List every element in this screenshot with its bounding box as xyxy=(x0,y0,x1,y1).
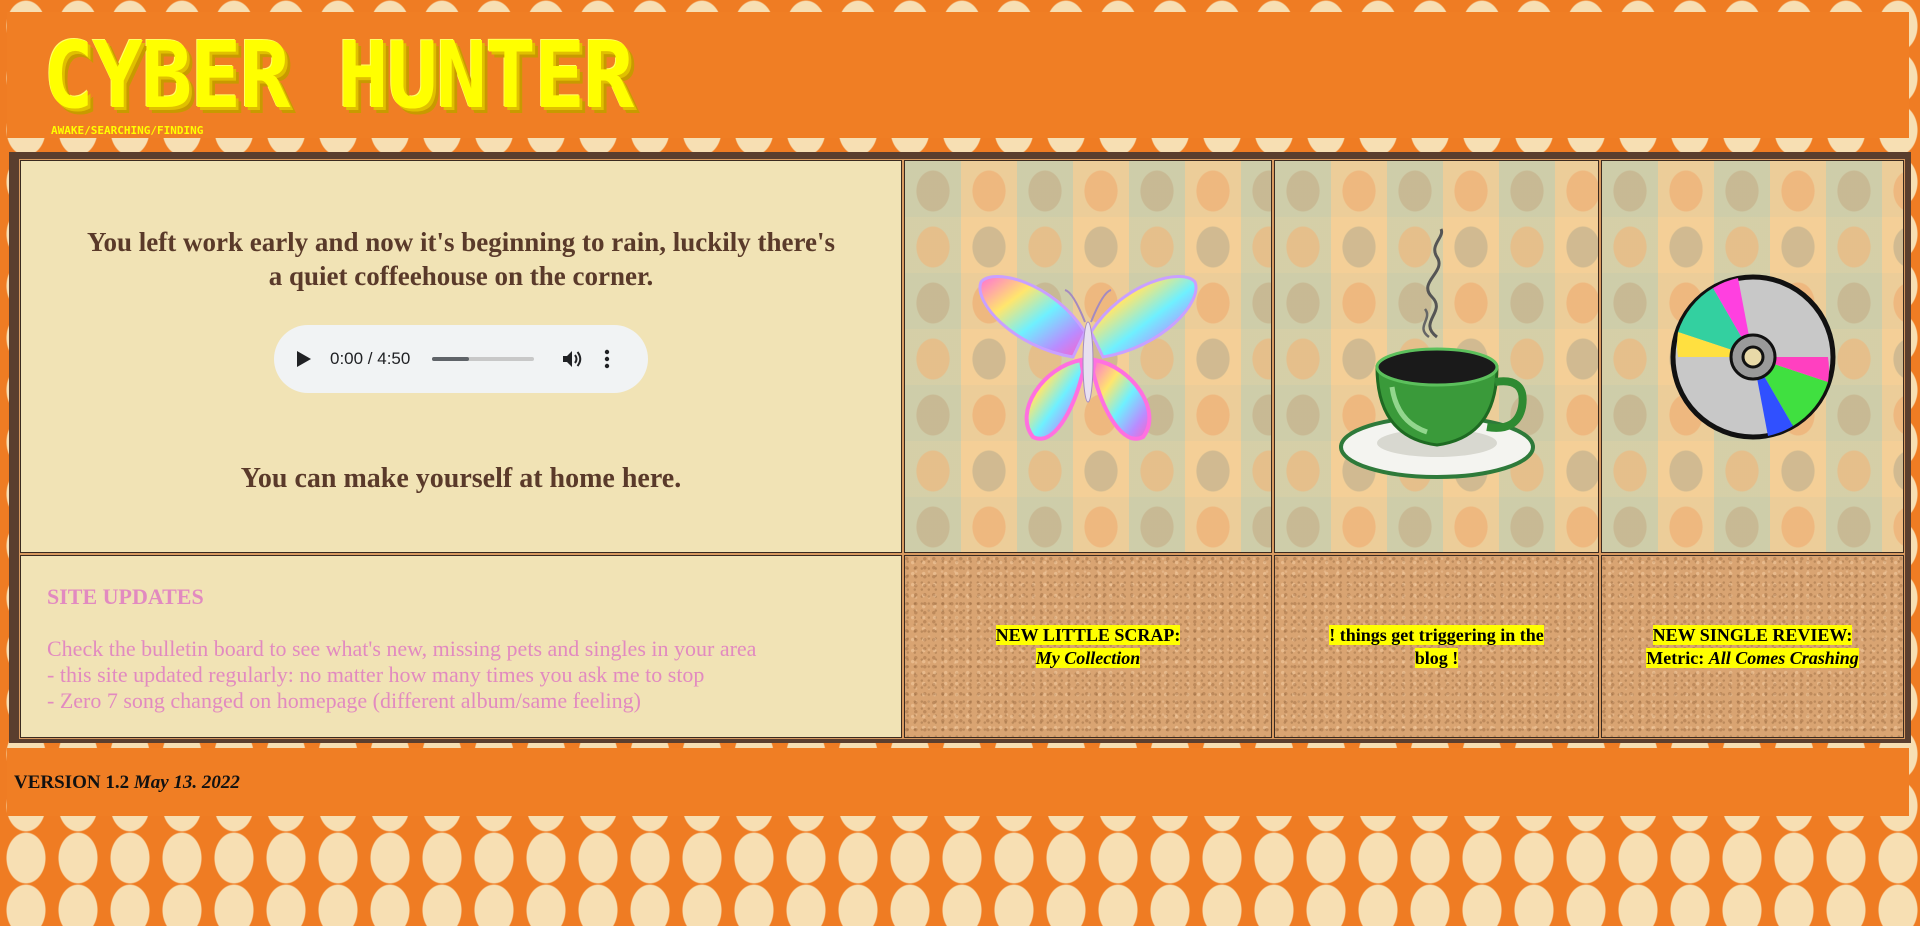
site-footer: VERSION 1.2 May 13. 2022 xyxy=(7,748,1909,816)
cd-panel xyxy=(1600,159,1905,554)
audio-player[interactable]: 0:00 / 4:50 xyxy=(274,325,648,393)
coffee-cup-icon xyxy=(1338,227,1535,479)
review-note[interactable]: NEW SINGLE REVIEW: Metric: All Comes Cra… xyxy=(1600,554,1905,739)
intro-panel: You left work early and now it's beginni… xyxy=(19,159,903,554)
audio-time: 0:00 / 4:50 xyxy=(330,349,411,368)
scrap-note-link[interactable]: My Collection xyxy=(1035,647,1141,668)
scrap-note-link-text: My Collection xyxy=(1035,647,1141,668)
site-updates-panel: SITE UPDATES Check the bulletin board to… xyxy=(19,554,903,739)
version-label: VERSION 1.2 xyxy=(14,772,130,793)
intro-heading: You left work early and now it's beginni… xyxy=(86,227,836,291)
blog-note[interactable]: ! things get triggering in the blog ! xyxy=(1273,554,1600,739)
version-info: VERSION 1.2 May 13. 2022 xyxy=(14,772,240,794)
review-note-artist: Metric: xyxy=(1646,647,1709,668)
play-icon[interactable] xyxy=(296,350,312,368)
coffee-panel xyxy=(1273,159,1600,554)
updates-line: Check the bulletin board to see what's n… xyxy=(47,636,757,661)
blog-note-line2: blog ! xyxy=(1414,647,1459,668)
updates-title: SITE UPDATES xyxy=(47,584,204,609)
review-note-song: All Comes Crashing xyxy=(1708,647,1859,668)
updates-line: - this site updated regularly: no matter… xyxy=(47,662,705,687)
volume-icon[interactable] xyxy=(562,349,584,369)
site-tagline: AWAKE/SEARCHING/FINDING xyxy=(51,124,204,137)
scrap-note-title: NEW LITTLE SCRAP: xyxy=(995,624,1181,645)
updates-line: - Zero 7 song changed on homepage (diffe… xyxy=(47,688,641,713)
review-note-title: NEW SINGLE REVIEW: xyxy=(1652,624,1853,645)
version-date: May 13. 2022 xyxy=(133,772,240,793)
content-grid: You left work early and now it's beginni… xyxy=(19,159,1905,739)
butterfly-panel xyxy=(903,159,1273,554)
site-logo[interactable]: CYBER HUNTER xyxy=(43,30,634,122)
butterfly-icon xyxy=(978,274,1198,441)
blog-note-line1: ! things get triggering in the xyxy=(1329,624,1544,645)
welcome-text: You can make yourself at home here. xyxy=(240,463,682,494)
scrap-note[interactable]: NEW LITTLE SCRAP: My Collection xyxy=(903,554,1273,739)
audio-seek-bar[interactable] xyxy=(432,357,535,361)
audio-progress xyxy=(432,357,470,361)
site-header: CYBER HUNTER AWAKE/SEARCHING/FINDING xyxy=(7,12,1909,138)
cd-disc-icon xyxy=(1670,274,1835,439)
review-note-link[interactable]: Metric: All Comes Crashing xyxy=(1646,647,1859,668)
more-options-icon[interactable] xyxy=(604,349,610,369)
